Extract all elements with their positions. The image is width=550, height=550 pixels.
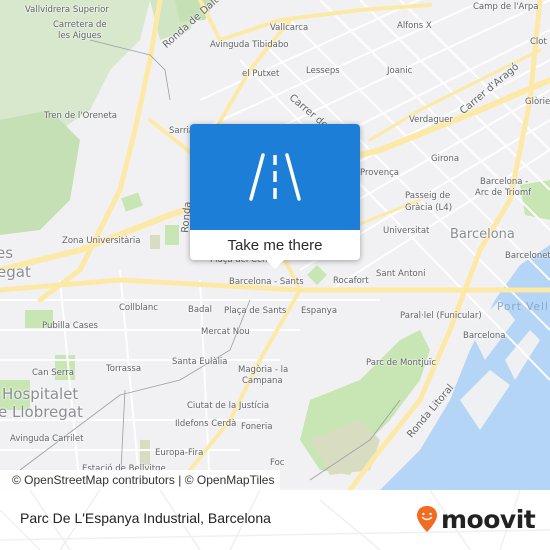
map-label: Passeig de: [405, 191, 451, 201]
map-label: Verdaguer: [409, 115, 453, 125]
map-label: Ildefons Cerdà: [175, 419, 237, 429]
map-label: Gràcia (L4): [405, 203, 453, 213]
map-label: el Putxet: [242, 69, 280, 79]
map-label: Mercat Nou: [201, 327, 250, 337]
map-label: Rocafort: [333, 276, 369, 286]
map-label: Clot: [530, 37, 547, 47]
map-label: les Aigues: [58, 31, 102, 41]
map-label: Arc de Triomf: [475, 188, 532, 198]
map-label: Barcelona: [463, 331, 506, 341]
map-label: Glòries: [525, 97, 550, 107]
map-label: Campana: [242, 376, 283, 386]
map-label: Collblanc: [119, 303, 158, 313]
take-me-there-button[interactable]: Take me there: [190, 124, 360, 269]
map-view[interactable]: Vallvidrera Superior Carretera de les Ai…: [0, 0, 550, 490]
map-label: Zona Universitària: [62, 236, 141, 246]
moovit-wordmark: moovit: [441, 504, 536, 534]
map-label: Vallcarca: [270, 23, 309, 33]
map-label: Parc de Montjuïc: [366, 358, 437, 368]
map-label: Lesseps: [306, 66, 340, 76]
map-label: Universitat: [383, 226, 430, 236]
map-label: Camp de l'Arpa: [473, 2, 539, 12]
map-label: Carretera de: [53, 20, 107, 30]
map-label: Provença: [360, 168, 400, 178]
map-label: Barcelona - Sants: [229, 277, 304, 287]
map-label: Torrassa: [106, 364, 142, 374]
map-label: Magòria - la: [238, 365, 289, 375]
map-label-sea: Port Vell: [497, 301, 549, 313]
map-label: egat: [0, 263, 31, 281]
map-label: Pubilla Cases: [42, 321, 98, 331]
map-label: Joanic: [387, 66, 413, 76]
map-label: Vallvidrera Superior: [25, 5, 109, 15]
moovit-pin-icon: [417, 506, 437, 532]
map-label: Girona: [431, 154, 460, 164]
map-label: Europa-Fira: [155, 448, 204, 458]
map-label: Sant Antoni: [376, 269, 426, 279]
map-label: Hospitalet: [2, 385, 79, 403]
place-name: Parc De L'Espanya Industrial, Barcelona: [20, 510, 271, 526]
map-label: Plaça de Sants: [224, 306, 287, 316]
map-attribution[interactable]: © OpenStreetMap contributors | © OpenMap…: [0, 470, 281, 490]
map-label: Avinguda Tibidabo: [210, 40, 289, 50]
map-label: Alfons X: [397, 21, 432, 31]
popup-header: [190, 124, 360, 230]
map-label: es: [0, 244, 14, 262]
map-label: Foneria: [241, 422, 273, 432]
moovit-logo[interactable]: moovit: [416, 504, 536, 534]
map-label-city: Barcelona: [450, 227, 515, 242]
map-label: Paral·lel (Funicular): [400, 311, 482, 321]
map-label: Barcelona -: [480, 177, 529, 187]
take-me-there-label: Take me there: [227, 236, 323, 254]
map-label: Tren de l'Oreneta: [44, 111, 117, 121]
map-label: Espanya: [301, 306, 338, 316]
map-label: Foc: [270, 458, 285, 468]
road-icon: [249, 153, 301, 201]
map-label: Badal: [188, 305, 213, 315]
map-label: Santa Eulàlia: [172, 357, 228, 367]
map-label: Barceloneta: [505, 251, 550, 261]
map-label: Can Serra: [32, 368, 74, 378]
popup-pointer: [266, 260, 284, 269]
map-label: e Llobregat: [0, 403, 83, 421]
map-label: Ciutat de la Justícia: [187, 401, 270, 411]
map-label: Avinguda Carrilet: [10, 434, 84, 444]
